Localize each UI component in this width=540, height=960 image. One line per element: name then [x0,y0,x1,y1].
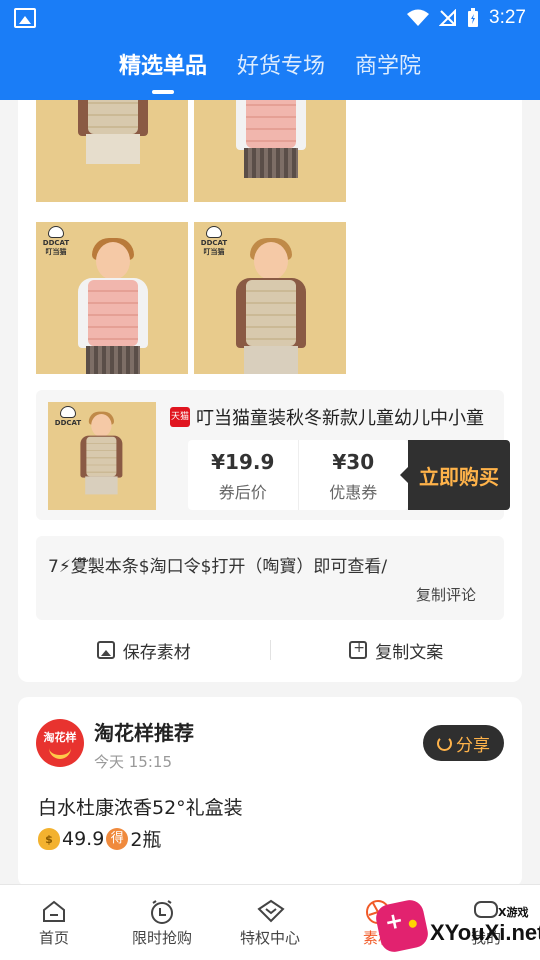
nav-item-privilege[interactable]: 特权中心 [216,885,324,960]
save-material-button[interactable]: 保存素材 [18,638,270,663]
nav-item-flash-sale[interactable]: 限时抢购 [108,885,216,960]
product-info-box[interactable]: DDCAT 天猫 叮当猫童装秋冬新款儿童幼儿中小童 ¥19.9 券后价 ¥30 … [36,390,510,520]
coupon-price-cell: ¥19.9 券后价 [188,440,298,510]
watermark-small-text: X游戏 [498,906,529,919]
buy-now-button[interactable]: 立即购买 [400,440,510,510]
status-time: 3:27 [489,7,526,28]
wifi-icon [407,9,430,26]
coupon-value: ¥30 [332,450,375,474]
status-bar: 3:27 [0,0,540,36]
tmall-badge-icon: 天猫 [170,407,190,427]
nav-label-privilege: 特权中心 [239,929,300,947]
price-box: ¥19.9 券后价 ¥30 优惠券 [188,440,408,510]
avatar[interactable]: 淘花样 [36,719,84,767]
copy-icon [349,640,368,659]
share-button[interactable]: 分享 [423,725,504,761]
product-thumbnail[interactable]: DDCAT [48,402,156,510]
share-icon [437,735,452,751]
product-photo-3[interactable]: DDCAT 叮当猫 [36,222,188,374]
nav-item-home[interactable]: 首页 [0,885,108,960]
copy-text-label: 复制文案 [375,642,444,663]
no-signal-icon [439,9,457,26]
watermark: X游戏 XYouXi.net [370,896,540,956]
post-text-line-1: 白水杜康浓香52°礼盒装 [38,797,243,819]
coupon-price-label: 券后价 [218,483,267,502]
post-text-line-2: $ 49.9 得 2瓶 [38,825,161,852]
clock-icon [149,899,175,924]
post-time: 今天 15:15 [94,753,172,771]
money-bag-icon: $ [38,827,60,850]
copy-comment-button[interactable]: 复制评论 [416,584,476,605]
watermark-text: XYouXi.net [430,920,540,945]
de-badge-icon: 得 [106,827,129,850]
coupon-value-label: 优惠券 [329,483,378,502]
diamond-icon [257,899,285,923]
product-photo-4[interactable]: DDCAT 叮当猫 [194,222,346,374]
brand-logo-icon: DDCAT 叮当猫 [200,226,228,256]
top-bar: 3:27 精选单品 好货专场 商学院 [0,0,540,100]
top-tabs: 精选单品 好货专场 商学院 [0,36,540,100]
coupon-price: ¥19.9 [211,450,275,474]
battery-icon [468,8,479,27]
save-material-label: 保存素材 [122,642,191,663]
product-title-text: 叮当猫童装秋冬新款儿童幼儿中小童 [196,408,484,429]
author-name: 淘花样推荐 [94,721,194,745]
copy-text-button[interactable]: 复制文案 [271,638,523,663]
post-price: 49.9 [62,827,105,850]
post-quantity: 2瓶 [130,829,162,851]
share-label: 分享 [456,735,490,756]
nav-label-flash-sale: 限时抢购 [131,929,192,947]
action-bar: 保存素材 复制文案 [18,628,522,672]
brand-logo-icon: DDCAT 叮当猫 [42,226,70,256]
tab-business-school[interactable]: 商学院 [355,48,421,80]
tab-featured-items[interactable]: 精选单品 [119,48,207,94]
post-card: 淘花样 淘花样推荐 今天 15:15 分享 白水杜康浓香52°礼盒装 $ 49.… [18,697,522,887]
image-notification-icon [14,8,36,28]
comment-box: 7⚡复໊製本条$淘口令$打开（啕寶）即可查看/ 复制评论 [36,536,504,620]
product-card: DDCAT 叮当猫 DDCAT 叮当猫 DDCAT 天猫 叮当猫童装秋冬新款儿童幼儿… [18,50,522,682]
image-icon [96,641,115,659]
coupon-value-cell: ¥30 优惠券 [297,440,409,510]
gamepad-logo-icon [373,897,431,955]
comment-text: 7⚡复໊製本条$淘口令$打开（啕寶）即可查看/ [48,557,388,577]
nav-label-home: 首页 [38,929,69,947]
tab-good-deals[interactable]: 好货专场 [237,48,325,80]
home-icon [41,899,67,923]
product-title: 天猫 叮当猫童装秋冬新款儿童幼儿中小童 [170,404,484,430]
